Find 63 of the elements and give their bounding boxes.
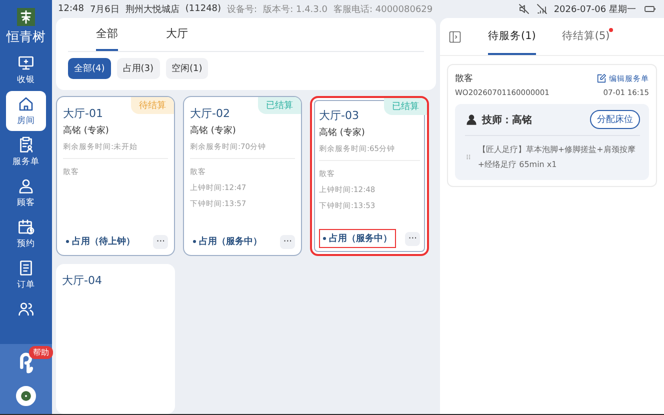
hotline-text: 客服电话: 4000080629 [333,4,433,16]
nav-item[interactable]: 顾客 [6,173,46,213]
person-icon [465,113,478,126]
house-icon [17,95,35,113]
version-text: 版本号: 1.4.3.0 [263,4,328,16]
document-icon [17,259,35,277]
filter-chip[interactable]: 占用(3) [116,58,160,79]
clipboard-icon [17,136,35,154]
filter-chip[interactable]: 全部(4) [68,58,111,79]
more-button[interactable]: ··· [405,232,420,246]
order-tab[interactable]: 待结算(5) [562,18,610,55]
nav-item[interactable]: 服务单 [6,132,46,172]
therapist-name: 高铭 (专家) [190,124,237,137]
nav-item[interactable]: 订单 [6,255,46,295]
status-dot-icon [193,240,196,243]
room-name: 大厅-04 [62,274,102,287]
status-badge: 待结算 [131,97,174,114]
nav-item[interactable]: 收银 [6,50,46,90]
nav-item[interactable]: 预约 [6,214,46,254]
service-item: 【匠人足疗】草本泡脚+修脚搓盐+肩颈按摩+经络足疗 65min x1 [478,144,636,171]
more-button[interactable]: ··· [153,234,168,248]
signal-off-icon [536,3,548,15]
customer-type: 散客 [455,72,473,85]
device-label: 设备号: [227,4,258,16]
room-name: 大厅-01 [63,107,103,120]
status-dot-icon [323,237,326,240]
store-code: (11248) [185,4,222,14]
person-icon [17,177,35,195]
therapist-name: 高铭 (专家) [319,126,366,139]
status-time: 12:48 [58,4,84,14]
nav-item[interactable]: 房间 [6,91,46,131]
status-badge: 已结算 [258,97,301,114]
edit-icon [596,73,607,84]
collapse-icon [448,30,462,44]
calendar-icon [17,218,35,236]
room-status: 占用（服务中） [199,235,262,248]
avatar-icon [16,386,36,406]
room-name: 大厅-03 [319,109,359,122]
help-badge[interactable]: 帮助 [29,346,53,359]
more-button[interactable]: ··· [280,234,295,248]
mute-icon [518,3,530,15]
status-badge: 已结算 [384,98,427,115]
therapist-name: 技师：高铭 [482,113,532,126]
room-name: 大厅-02 [190,107,230,120]
brand-name: 恒青树 [6,29,46,46]
area-tab[interactable]: 大厅 [166,18,188,51]
notification-dot [608,28,613,32]
store-name: 荆州大悦城店 [125,4,180,16]
assign-bed-button[interactable]: 分配床位 [590,110,640,129]
people-icon [17,300,35,318]
room-card[interactable]: 大厅-04 [56,264,175,414]
status-datetime: 2026-07-06 星期一 [554,4,636,16]
battery-icon [642,3,658,15]
room-status: 占用（待上钟） [72,235,135,248]
monitor-icon [17,54,35,72]
status-date: 7月6日 [90,4,120,16]
tree-logo-icon [16,8,36,26]
filter-chip[interactable]: 空闲(1) [166,58,208,79]
status-dot-icon [66,240,69,243]
order-tab[interactable]: 待服务(1) [488,18,536,55]
room-status: 占用（服务中） [329,232,392,245]
area-tab[interactable]: 全部 [96,18,118,51]
therapist-name: 高铭 (专家) [63,124,110,137]
